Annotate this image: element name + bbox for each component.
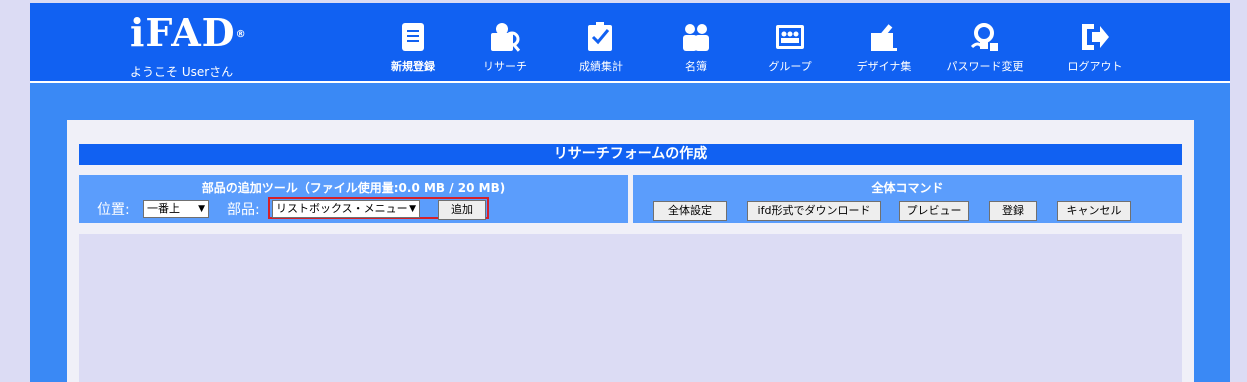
nav-label: デザイナ集 bbox=[856, 60, 912, 73]
research-icon bbox=[465, 21, 545, 55]
preview-button[interactable]: プレビュー bbox=[899, 201, 969, 221]
people-icon bbox=[656, 21, 736, 55]
form-canvas[interactable] bbox=[79, 234, 1182, 382]
nav-label: 成績集計 bbox=[579, 60, 623, 73]
nav-label: 新規登録 bbox=[391, 60, 435, 73]
position-select[interactable]: 一番上 ▼ bbox=[143, 200, 209, 218]
page-title: リサーチフォームの作成 bbox=[79, 144, 1182, 165]
nav-label: 名簿 bbox=[685, 60, 707, 73]
logout-icon bbox=[1055, 21, 1135, 55]
chevron-down-icon: ▼ bbox=[198, 204, 205, 214]
app-frame: iFAD® ようこそ Userさん 新規登録 リサーチ 成績集計 名簿 グループ… bbox=[30, 3, 1230, 382]
welcome-text: ようこそ Userさん bbox=[130, 65, 234, 79]
register-button[interactable]: 登録 bbox=[989, 201, 1037, 221]
nav-roster[interactable]: 名簿 bbox=[656, 21, 736, 74]
position-label: 位置: bbox=[97, 202, 130, 218]
tally-icon bbox=[561, 21, 641, 55]
tool-panel-heading: 部品の追加ツール（ファイル使用量:0.0 MB / 20 MB) bbox=[201, 181, 506, 195]
global-command-panel: 全体コマンド 全体設定 ifd形式でダウンロード プレビュー 登録 キャンセル bbox=[633, 175, 1182, 223]
header-bar: iFAD® ようこそ Userさん 新規登録 リサーチ 成績集計 名簿 グループ… bbox=[30, 3, 1230, 83]
part-select[interactable]: リストボックス・メニュー ▼ bbox=[272, 200, 420, 218]
global-settings-button[interactable]: 全体設定 bbox=[653, 201, 727, 221]
nav-logout[interactable]: ログアウト bbox=[1055, 21, 1135, 74]
nav-group[interactable]: グループ bbox=[750, 21, 830, 74]
registered-mark: ® bbox=[235, 29, 247, 40]
document-icon bbox=[373, 21, 453, 55]
designer-icon bbox=[844, 21, 924, 55]
command-panel-heading: 全体コマンド bbox=[871, 181, 944, 195]
position-select-value: 一番上 bbox=[147, 202, 180, 215]
cancel-button[interactable]: キャンセル bbox=[1057, 201, 1131, 221]
nav-label: パスワード変更 bbox=[946, 60, 1024, 73]
part-label: 部品: bbox=[227, 202, 260, 218]
nav-tally[interactable]: 成績集計 bbox=[561, 21, 641, 74]
add-button[interactable]: 追加 bbox=[438, 200, 486, 220]
password-icon bbox=[945, 21, 1025, 55]
nav-password-change[interactable]: パスワード変更 bbox=[945, 21, 1025, 74]
download-ifd-button[interactable]: ifd形式でダウンロード bbox=[747, 201, 881, 221]
form-editor: リサーチフォームの作成 部品の追加ツール（ファイル使用量:0.0 MB / 20… bbox=[67, 120, 1194, 382]
part-select-value: リストボックス・メニュー bbox=[276, 202, 408, 215]
nav-label: グループ bbox=[768, 60, 812, 73]
add-part-tool-panel: 部品の追加ツール（ファイル使用量:0.0 MB / 20 MB) 位置: 一番上… bbox=[79, 175, 628, 223]
chevron-down-icon: ▼ bbox=[409, 204, 416, 214]
nav-label: ログアウト bbox=[1067, 60, 1123, 73]
nav-research[interactable]: リサーチ bbox=[465, 21, 545, 74]
nav-new-registration[interactable]: 新規登録 bbox=[373, 21, 453, 74]
logo: iFAD® bbox=[130, 10, 247, 55]
nav-label: リサーチ bbox=[483, 60, 527, 73]
nav-designer[interactable]: デザイナ集 bbox=[844, 21, 924, 74]
group-icon bbox=[750, 21, 830, 55]
